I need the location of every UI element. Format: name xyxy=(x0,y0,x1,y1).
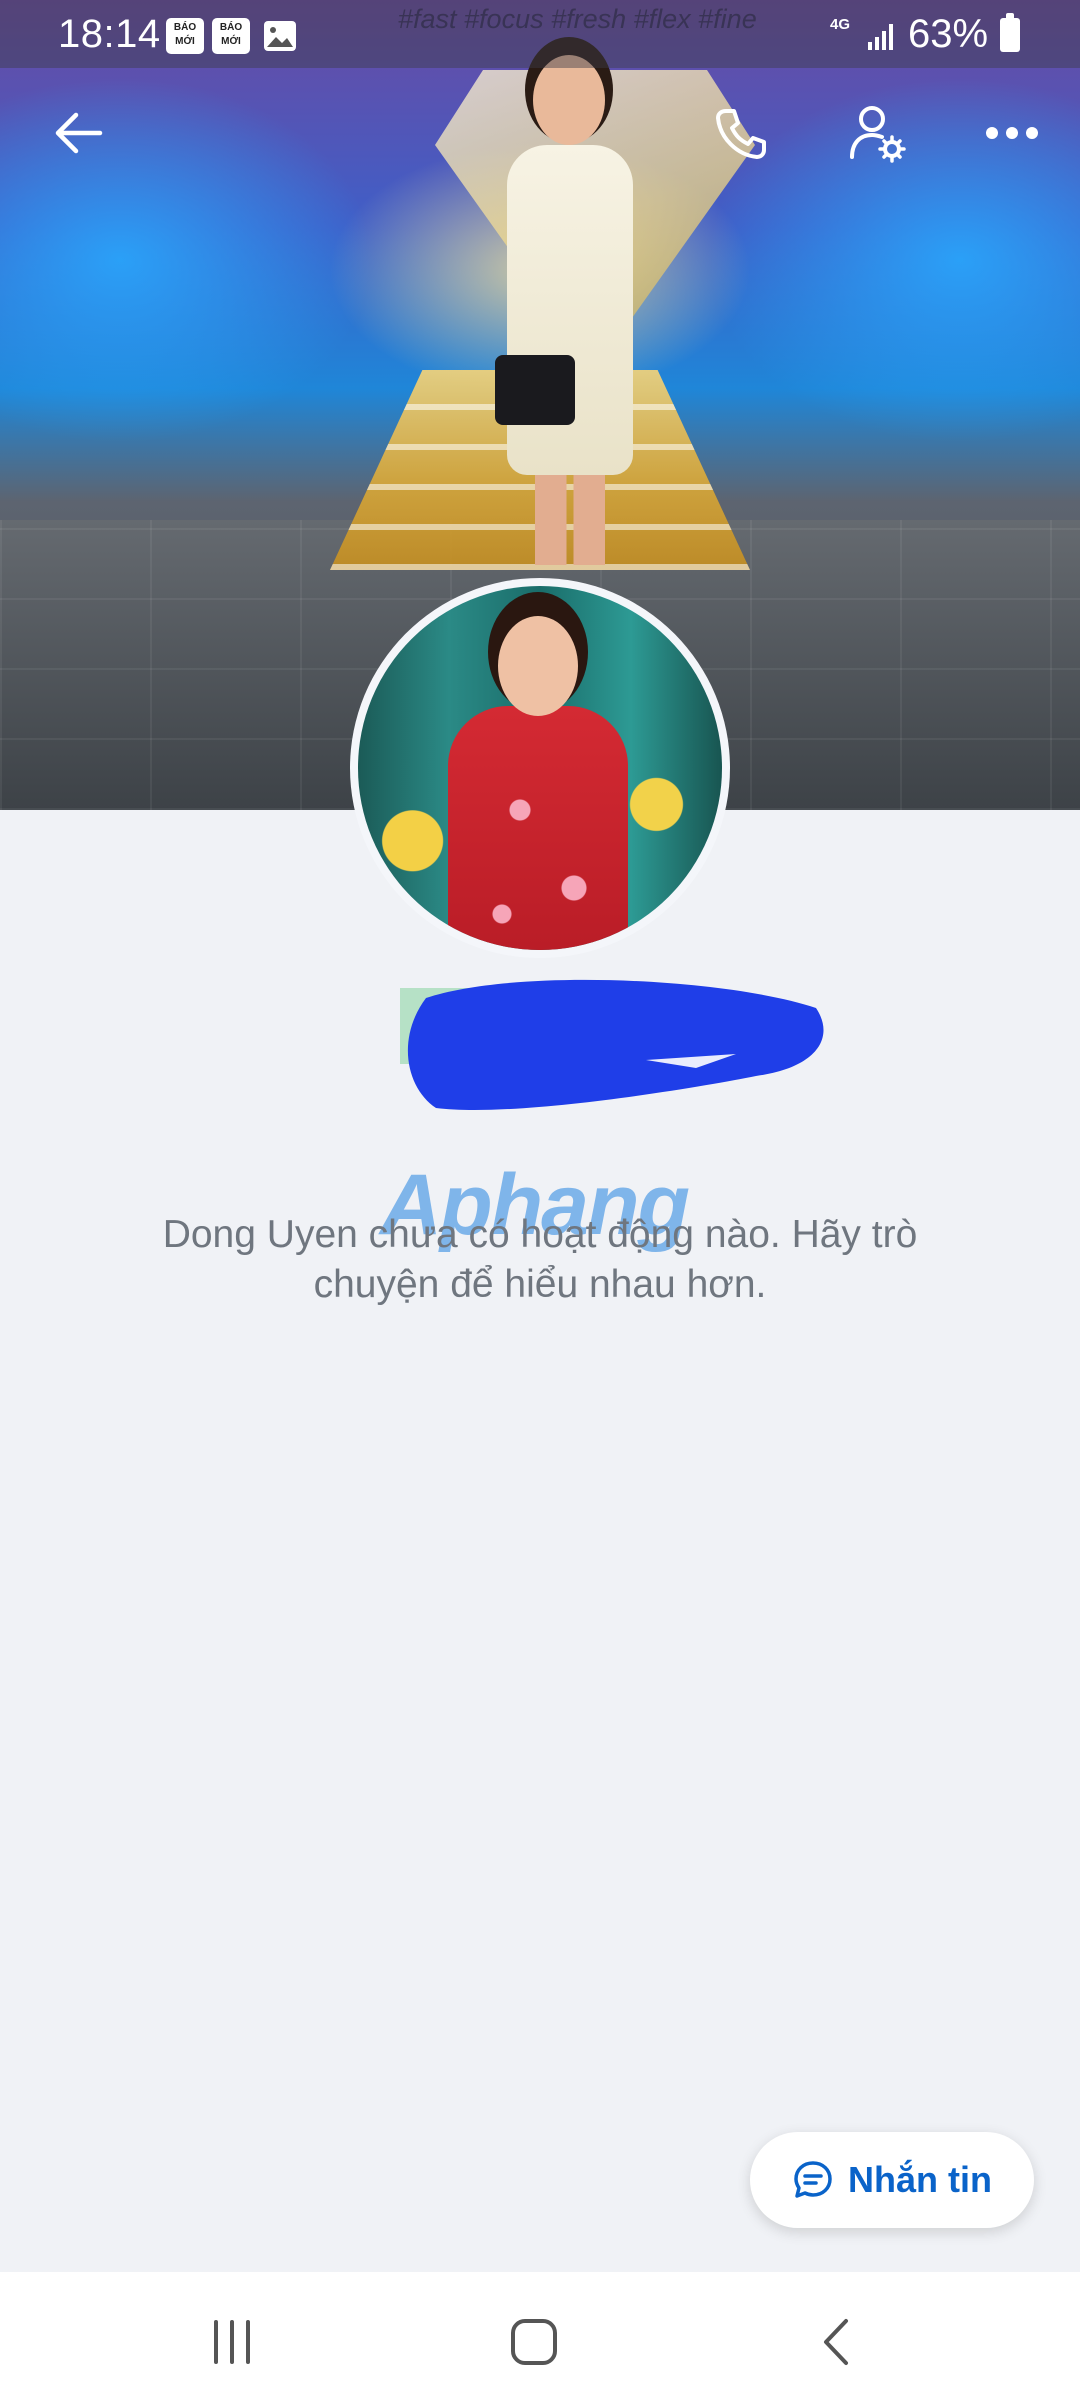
battery-level: 63% xyxy=(908,12,989,56)
more-dots-icon xyxy=(986,127,1038,139)
back-button[interactable] xyxy=(38,93,118,173)
back-arrow-icon xyxy=(55,112,103,154)
cover-person xyxy=(485,45,655,565)
baomoi-notification-icon: BÁO MỚI xyxy=(166,18,204,54)
message-button[interactable]: Nhắn tin xyxy=(750,2132,1034,2228)
recents-button[interactable] xyxy=(182,2302,282,2382)
message-button-label: Nhắn tin xyxy=(848,2159,992,2200)
more-options-button[interactable] xyxy=(972,93,1052,173)
network-type: 4G xyxy=(830,16,851,33)
signal-icon xyxy=(868,24,893,50)
empty-activity-message: Dong Uyen chưa có hoạt động nào. Hãy trò… xyxy=(162,1213,918,1306)
phone-icon xyxy=(716,109,766,159)
navigation-bar xyxy=(0,2272,1080,2408)
avatar-photo xyxy=(358,586,722,950)
avatar[interactable] xyxy=(350,578,730,958)
battery-icon xyxy=(1000,13,1020,52)
chevron-left-icon xyxy=(824,2319,848,2365)
cover-hashtags: #fast #focus #fresh #flex #fine xyxy=(398,4,757,34)
chat-bubble-icon xyxy=(794,2161,832,2198)
status-bar: 18:14 BÁO MỚI BÁO MỚI #fast #focus #fres… xyxy=(0,0,1080,68)
gallery-icon xyxy=(264,21,296,51)
status-time: 18:14 xyxy=(58,12,161,56)
call-button[interactable] xyxy=(700,93,780,173)
baomoi-notification-icon: BÁO MỚI xyxy=(212,18,250,54)
redacted-name xyxy=(400,979,824,1111)
home-icon xyxy=(511,2319,557,2365)
recents-icon xyxy=(214,2320,250,2364)
profile-settings-button[interactable] xyxy=(838,93,918,173)
user-settings-icon xyxy=(850,106,906,163)
home-button[interactable] xyxy=(484,2302,584,2382)
system-back-button[interactable] xyxy=(786,2302,886,2382)
